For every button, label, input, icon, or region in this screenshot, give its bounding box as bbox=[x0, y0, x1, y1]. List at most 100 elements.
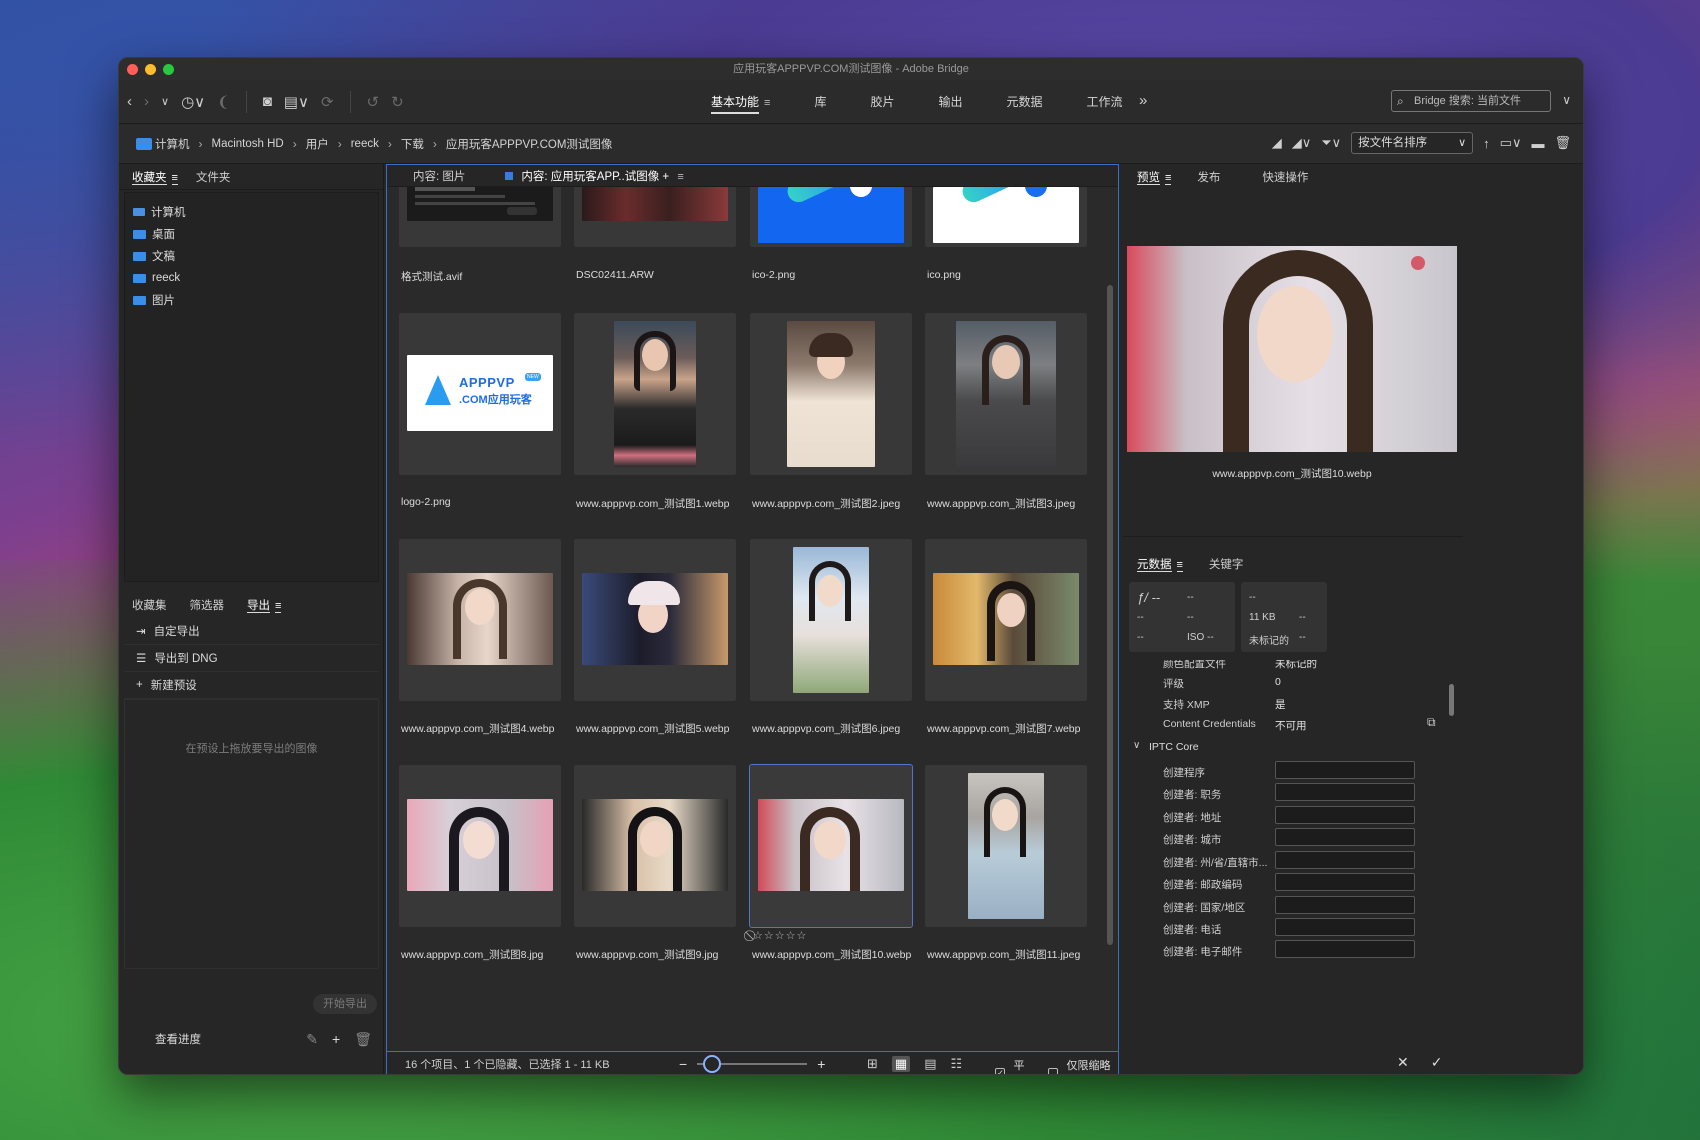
iptc-input[interactable] bbox=[1275, 896, 1415, 914]
thumbnail-cell[interactable] bbox=[574, 187, 736, 247]
workspace-library[interactable]: 库 bbox=[792, 80, 848, 124]
new-folder-icon[interactable]: ▬ bbox=[1531, 136, 1544, 151]
breadcrumb-reeck[interactable]: reeck bbox=[342, 138, 388, 150]
custom-export-item[interactable]: ⇥ 自定导出 bbox=[124, 618, 379, 645]
iptc-input[interactable] bbox=[1275, 940, 1415, 958]
recent-history-icon[interactable]: ◷∨ bbox=[181, 93, 205, 111]
preview-image[interactable] bbox=[1127, 246, 1457, 452]
thumbnail-cell[interactable] bbox=[574, 313, 736, 475]
export-to-dng-item[interactable]: ☰ 导出到 DNG bbox=[124, 645, 379, 672]
breadcrumb-computer[interactable]: 计算机 bbox=[127, 136, 199, 152]
zoom-out-icon[interactable]: − bbox=[679, 1056, 687, 1072]
view-progress-link[interactable]: 查看进度 bbox=[155, 1031, 201, 1047]
add-icon[interactable]: + bbox=[332, 1031, 340, 1048]
workspace-metadata[interactable]: 元数据 bbox=[984, 80, 1064, 124]
add-tab-icon[interactable]: + bbox=[662, 171, 669, 183]
thumbnail-cell[interactable] bbox=[925, 187, 1087, 247]
details-view-icon[interactable]: ▤ bbox=[924, 1056, 936, 1072]
camera-import-icon[interactable]: ◙ bbox=[263, 93, 272, 110]
workspace-essentials[interactable]: 基本功能 ≡ bbox=[689, 80, 792, 124]
iptc-core-section[interactable]: IPTC Core bbox=[1149, 741, 1199, 753]
tab-content-pictures[interactable]: 内容: 图片 bbox=[387, 168, 485, 184]
thumbnail-cell[interactable] bbox=[399, 765, 561, 927]
sort-ascending-icon[interactable]: ↑ bbox=[1483, 136, 1490, 151]
thumbnail-cell[interactable] bbox=[925, 539, 1087, 701]
filter-icon[interactable]: ⏷∨ bbox=[1321, 135, 1341, 151]
tab-preview[interactable]: 预览 ≡ bbox=[1127, 169, 1181, 185]
breadcrumb-downloads[interactable]: 下载 bbox=[392, 136, 433, 152]
metadata-scrollbar[interactable] bbox=[1449, 684, 1454, 716]
menu-icon[interactable]: ≡ bbox=[764, 97, 770, 109]
menu-icon[interactable]: ≡ bbox=[1165, 172, 1172, 185]
thumbnail-cell[interactable] bbox=[925, 313, 1087, 475]
tab-metadata[interactable]: 元数据 ≡ bbox=[1127, 556, 1193, 572]
thumbnails-only-checkbox[interactable] bbox=[1048, 1067, 1059, 1074]
apply-icon[interactable]: ✓ bbox=[1431, 1054, 1443, 1071]
content-scrollbar[interactable] bbox=[1107, 285, 1113, 945]
list-view-icon[interactable]: ☷ bbox=[951, 1056, 963, 1072]
workspace-workflow[interactable]: 工作流 bbox=[1065, 80, 1145, 124]
thumbnail-cell[interactable] bbox=[750, 313, 912, 475]
favorite-pictures[interactable]: 图片 bbox=[125, 289, 378, 311]
tab-quick-actions[interactable]: 快速操作 bbox=[1230, 169, 1318, 185]
breadcrumb-macintosh-hd[interactable]: Macintosh HD bbox=[203, 138, 293, 150]
thumbnail-cell-selected[interactable] bbox=[749, 764, 913, 928]
menu-icon[interactable]: ≡ bbox=[677, 171, 683, 183]
grid-lock-icon[interactable]: ⊞ bbox=[867, 1056, 878, 1072]
workspace-filmstrip[interactable]: 胶片 bbox=[848, 80, 916, 124]
menu-icon[interactable]: ≡ bbox=[171, 171, 178, 185]
more-workspaces-icon[interactable]: » bbox=[1139, 92, 1147, 109]
close-window-button[interactable] bbox=[127, 64, 138, 75]
tab-collections[interactable]: 收藏集 bbox=[123, 597, 176, 613]
iptc-input[interactable] bbox=[1275, 851, 1415, 869]
edit-icon[interactable]: ✎ bbox=[306, 1031, 318, 1048]
chevron-down-icon[interactable]: ∨ bbox=[161, 95, 169, 108]
tab-export[interactable]: 导出 ≡ bbox=[233, 597, 290, 613]
chevron-down-icon[interactable]: ∨ bbox=[1133, 740, 1140, 751]
iptc-input[interactable] bbox=[1275, 783, 1415, 801]
thumbnail-cell[interactable] bbox=[574, 765, 736, 927]
external-link-icon[interactable]: ⧉ bbox=[1427, 715, 1436, 730]
sort-dropdown[interactable]: 按文件名排序 ∨ bbox=[1351, 132, 1474, 154]
iptc-input[interactable] bbox=[1275, 806, 1415, 824]
thumbnail-cell[interactable] bbox=[399, 539, 561, 701]
cancel-icon[interactable]: ✕ bbox=[1397, 1054, 1409, 1071]
thumbnail-cell[interactable] bbox=[574, 539, 736, 701]
iptc-input[interactable] bbox=[1275, 873, 1415, 891]
bridge-search-input[interactable]: ⌕ Bridge 搜索: 当前文件 bbox=[1391, 90, 1551, 112]
tab-content-folder[interactable]: 内容: 应用玩客APP..试图像 + ≡ bbox=[485, 168, 703, 184]
sync-icon[interactable]: ⟳ bbox=[321, 93, 334, 111]
refine-icon[interactable]: ▤∨ bbox=[284, 93, 309, 111]
favorite-desktop[interactable]: 桌面 bbox=[125, 223, 378, 245]
breadcrumb-current-folder[interactable]: 应用玩客APPPVP.COM测试图像 bbox=[437, 136, 622, 152]
favorite-computer[interactable]: 计算机 bbox=[125, 201, 378, 223]
iptc-input[interactable] bbox=[1275, 761, 1415, 779]
thumbnail-view-icon[interactable]: ▦ bbox=[891, 1056, 911, 1072]
forward-icon[interactable]: › bbox=[144, 93, 149, 110]
thumbnail-cell[interactable] bbox=[750, 187, 912, 247]
boomerang-icon[interactable]: ❨ bbox=[217, 93, 230, 111]
iptc-input[interactable] bbox=[1275, 918, 1415, 936]
tab-filter[interactable]: 筛选器 bbox=[176, 597, 234, 613]
tab-folders[interactable]: 文件夹 bbox=[187, 169, 240, 185]
thumbnail-size-slider[interactable]: − + bbox=[679, 1055, 825, 1073]
thumbnail-cell[interactable] bbox=[750, 539, 912, 701]
delete-icon[interactable]: 🗑 bbox=[354, 1031, 372, 1048]
tile-checkbox[interactable]: ✓ bbox=[995, 1067, 1006, 1074]
favorite-reeck[interactable]: reeck bbox=[125, 267, 378, 289]
rating-filter-icon[interactable]: ◢∨ bbox=[1292, 135, 1312, 151]
export-drop-area[interactable]: 在预设上拖放要导出的图像 bbox=[124, 699, 379, 969]
back-icon[interactable]: ‹ bbox=[127, 93, 132, 110]
quality-icon[interactable]: ◢ bbox=[1272, 135, 1282, 151]
zoom-window-button[interactable] bbox=[163, 64, 174, 75]
iptc-input[interactable] bbox=[1275, 828, 1415, 846]
search-options-chevron-icon[interactable]: ∨ bbox=[1562, 93, 1571, 107]
new-preset-item[interactable]: + 新建预设 bbox=[124, 672, 379, 699]
tab-publish[interactable]: 发布 bbox=[1181, 169, 1230, 185]
thumbnail-cell[interactable]: APPPVP .COM应用玩客 NEW bbox=[399, 313, 561, 475]
rotate-left-icon[interactable]: ↺ bbox=[367, 93, 380, 111]
slider-track[interactable] bbox=[697, 1055, 808, 1073]
favorite-documents[interactable]: 文稿 bbox=[125, 245, 378, 267]
workspace-output[interactable]: 输出 bbox=[916, 80, 984, 124]
breadcrumb-users[interactable]: 用户 bbox=[297, 136, 338, 152]
